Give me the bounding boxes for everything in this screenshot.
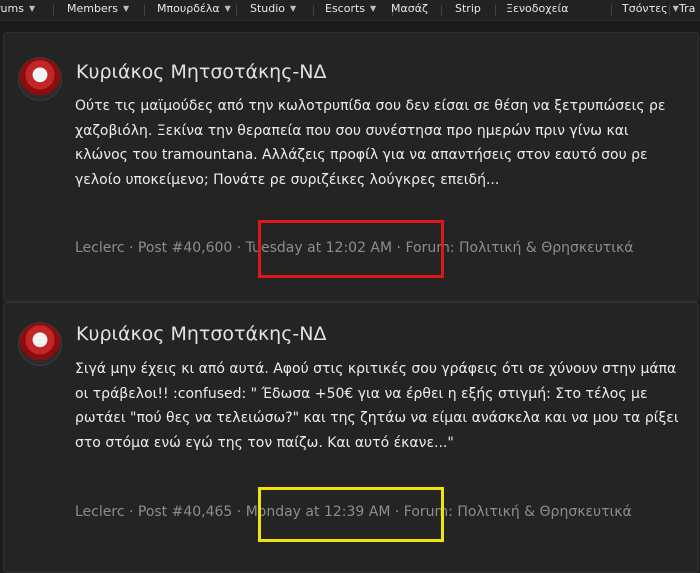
- nav-item-studio[interactable]: Studio ▼: [250, 2, 296, 15]
- post-author[interactable]: Κυριάκος Μητσοτάκης-ΝΔ: [76, 61, 326, 83]
- nav-item-massage[interactable]: Μασάζ: [391, 2, 428, 15]
- nav-divider: [313, 5, 314, 16]
- nav-item-label: rums: [0, 2, 24, 15]
- nav-divider: [611, 5, 612, 16]
- meta-separator: ·: [124, 504, 138, 520]
- nav-item-forums[interactable]: rums ▼: [0, 2, 35, 15]
- post-number[interactable]: Post #40,600: [138, 240, 232, 256]
- post-number[interactable]: Post #40,465: [138, 504, 232, 520]
- nav-item-label: Τσόντες: [622, 2, 668, 15]
- post-snippet[interactable]: Σιγά μην έχεις κι από αυτά. Αφού στις κρ…: [75, 357, 683, 455]
- timestamp-highlight-box: [258, 220, 444, 278]
- nav-item-label: Μασάζ: [391, 2, 428, 15]
- nav-item-label: Tra: [679, 2, 696, 15]
- chevron-down-icon: ▼: [28, 4, 36, 13]
- nav-divider: [441, 5, 442, 16]
- top-navigation-bar: rums ▼ Members ▼ Μπουρδέλα ▼ Studio ▼ Es…: [0, 0, 700, 21]
- nav-divider: [669, 5, 670, 16]
- avatar[interactable]: [18, 57, 62, 101]
- nav-item-strip[interactable]: Strip: [455, 2, 481, 15]
- post-snippet[interactable]: Ούτε τις μαϊμούδες από την κωλοτρυπίδα σ…: [75, 94, 683, 192]
- nav-divider: [144, 5, 145, 16]
- nav-item-label: Strip: [455, 2, 481, 15]
- nav-divider: [236, 5, 237, 16]
- chevron-down-icon: ▼: [370, 4, 377, 13]
- nav-divider: [495, 5, 496, 16]
- timestamp-highlight-box: [258, 487, 444, 542]
- meta-separator: ·: [232, 504, 246, 520]
- nav-divider: [53, 5, 54, 16]
- nav-item-escorts[interactable]: Escorts ▼: [325, 2, 376, 15]
- nav-item-members[interactable]: Members ▼: [67, 2, 129, 15]
- nav-item-label: Members: [67, 2, 118, 15]
- chevron-down-icon: ▼: [224, 4, 231, 13]
- nav-item-label: Μπουρδέλα: [157, 2, 220, 15]
- chevron-down-icon: ▼: [290, 4, 297, 13]
- nav-item-hotels[interactable]: Ξενοδοχεία: [506, 2, 569, 15]
- chevron-down-icon: ▼: [672, 4, 679, 13]
- post-username[interactable]: Leclerc: [75, 504, 125, 520]
- meta-separator: ·: [124, 240, 138, 256]
- chevron-down-icon: ▼: [122, 4, 130, 13]
- nav-item-brothels[interactable]: Μπουρδέλα ▼: [157, 2, 231, 15]
- post-author[interactable]: Κυριάκος Μητσοτάκης-ΝΔ: [76, 323, 326, 345]
- nav-item-tra[interactable]: Tra: [679, 2, 695, 15]
- avatar[interactable]: [18, 322, 62, 366]
- nav-item-label: Escorts: [325, 2, 366, 15]
- nav-item-porn[interactable]: Τσόντες ▼: [622, 2, 679, 15]
- post-username[interactable]: Leclerc: [75, 240, 125, 256]
- meta-separator: ·: [232, 240, 246, 256]
- nav-item-label: Studio: [250, 2, 286, 15]
- nav-item-label: Ξενοδοχεία: [506, 2, 569, 15]
